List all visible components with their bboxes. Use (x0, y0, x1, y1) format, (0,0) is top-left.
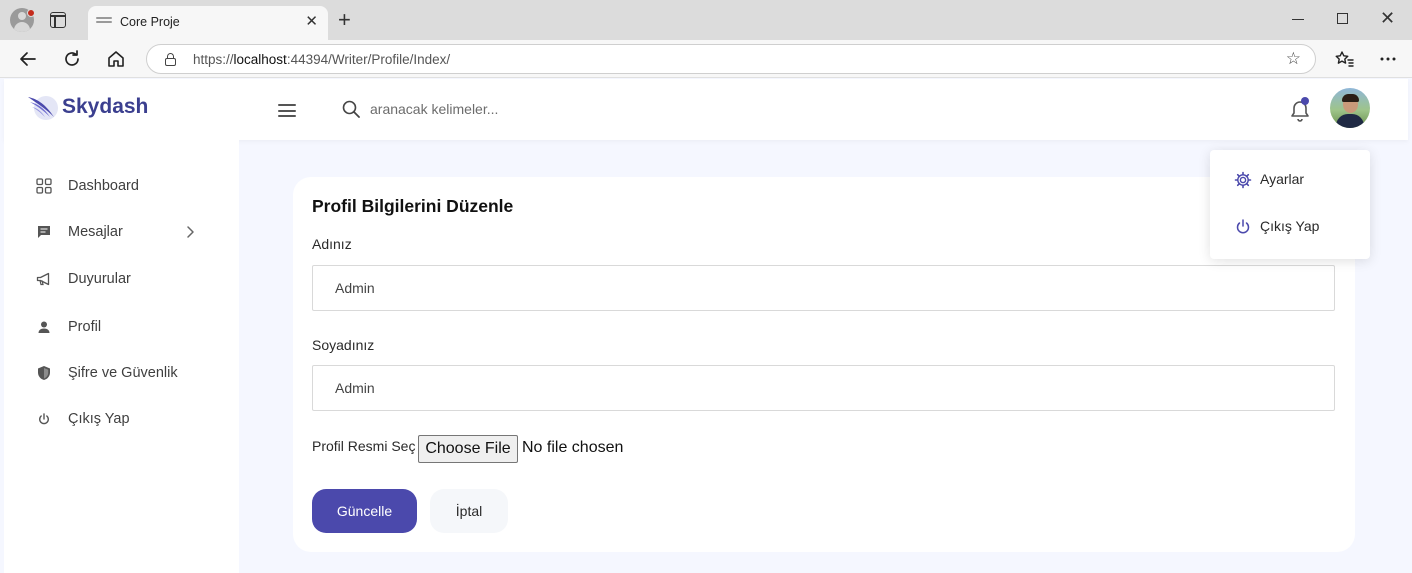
first-name-field[interactable] (312, 265, 1335, 311)
back-arrow-icon[interactable] (17, 48, 39, 70)
profile-dropdown-menu: Ayarlar Çıkış Yap (1210, 150, 1370, 259)
browser-tab[interactable]: Core Proje ✕ (88, 6, 328, 40)
cancel-button[interactable]: İptal (430, 489, 508, 533)
profile-notification-dot (27, 9, 35, 17)
sidebar-item-duyurular[interactable]: Duyurular (34, 267, 234, 291)
refresh-icon[interactable] (61, 48, 83, 70)
power-icon (1236, 219, 1250, 234)
sidebar-item-profil[interactable]: Profil (34, 315, 234, 339)
sidebar-item-sifre[interactable]: Şifre ve Güvenlik (34, 361, 234, 385)
megaphone-icon (36, 272, 50, 286)
profile-form-card: Profil Bilgilerini Düzenle Adınız Soyadı… (293, 177, 1355, 552)
window-minimize-icon[interactable] (1292, 19, 1304, 20)
first-name-label: Adınız (312, 236, 352, 252)
search-icon (342, 100, 360, 118)
page-title: Profil Bilgilerini Düzenle (312, 196, 514, 216)
update-button[interactable]: Güncelle (312, 489, 417, 533)
lock-icon[interactable] (165, 53, 176, 66)
dropdown-item-logout[interactable]: Çıkış Yap (1234, 216, 1364, 238)
sidebar-item-label: Mesajlar (68, 224, 123, 240)
last-name-field[interactable] (312, 365, 1335, 411)
message-icon (38, 226, 50, 238)
gear-icon (1234, 171, 1252, 189)
tab-close-icon[interactable]: ✕ (305, 13, 318, 31)
sidebar-item-cikis[interactable]: Çıkış Yap (34, 407, 234, 431)
chevron-right-icon[interactable] (182, 224, 198, 240)
dropdown-item-label: Ayarlar (1260, 171, 1305, 187)
sidebar-item-label: Çıkış Yap (68, 411, 130, 427)
new-tab-icon[interactable]: + (338, 8, 351, 32)
dropdown-item-settings[interactable]: Ayarlar (1234, 169, 1364, 191)
person-icon (38, 321, 50, 333)
tab-title: Core Proje (120, 15, 180, 29)
dropdown-item-label: Çıkış Yap (1260, 218, 1320, 234)
grid-icon (36, 178, 52, 194)
window-close-icon[interactable]: ✕ (1380, 8, 1395, 28)
skydash-logo-icon[interactable] (26, 93, 60, 121)
shield-icon (38, 366, 50, 380)
url-text[interactable]: https://localhost:44394/Writer/Profile/I… (193, 52, 450, 67)
search-input[interactable] (370, 98, 770, 120)
sidebar-item-dashboard[interactable]: Dashboard (34, 174, 234, 198)
sidebar-item-label: Dashboard (68, 178, 139, 194)
more-menu-icon[interactable] (1377, 48, 1399, 70)
avatar[interactable] (1330, 88, 1370, 128)
last-name-label: Soyadınız (312, 337, 375, 353)
favorite-star-icon[interactable]: ☆ (1286, 49, 1301, 69)
sidebar-item-mesajlar[interactable]: Mesajlar (34, 220, 234, 244)
sidebar-item-label: Duyurular (68, 271, 131, 287)
file-status-text: No file chosen (522, 439, 624, 456)
favorites-list-icon[interactable] (1333, 48, 1355, 70)
browser-tab-bar: Core Proje ✕ + ✕ (0, 0, 1412, 40)
hamburger-menu-icon[interactable] (278, 104, 296, 117)
tab-favicon-icon (96, 17, 112, 27)
power-icon (39, 413, 49, 425)
notification-dot (1301, 97, 1309, 105)
window-maximize-icon[interactable] (1337, 13, 1348, 24)
profile-photo-label: Profil Resmi Seç (312, 438, 416, 454)
tab-actions-icon[interactable] (50, 12, 66, 28)
sidebar: Dashboard Mesajlar Duyurular Profil Şifr… (4, 140, 239, 573)
sidebar-item-label: Şifre ve Güvenlik (68, 365, 178, 381)
app-header: Skydash (4, 79, 1408, 140)
home-icon[interactable] (105, 48, 127, 70)
browser-toolbar: https://localhost:44394/Writer/Profile/I… (0, 40, 1412, 78)
address-bar[interactable]: https://localhost:44394/Writer/Profile/I… (146, 44, 1316, 74)
choose-file-button[interactable]: Choose File (418, 435, 518, 463)
sidebar-item-label: Profil (68, 319, 102, 335)
brand-name[interactable]: Skydash (62, 95, 148, 119)
